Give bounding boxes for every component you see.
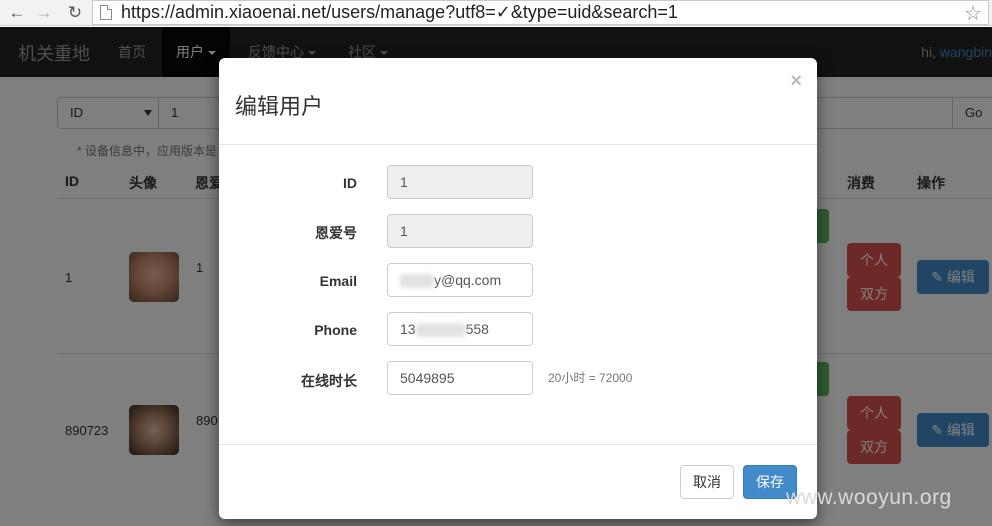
phone-suffix: 558 [465, 321, 489, 337]
phone-prefix: 13 [400, 321, 416, 337]
phone-field[interactable]: 13 558 [387, 312, 533, 346]
divider [219, 144, 817, 145]
page-icon [100, 5, 112, 20]
online-duration-label: 在线时长 [301, 373, 357, 389]
phone-label: Phone [314, 322, 357, 338]
id-label: ID [343, 175, 357, 191]
email-label: Email [319, 273, 357, 289]
id-field-value: 1 [400, 174, 408, 190]
email-field[interactable]: y@qq.com [387, 263, 533, 297]
back-icon[interactable]: ← [6, 2, 28, 24]
cancel-button[interactable]: 取消 [680, 465, 734, 499]
close-icon[interactable]: × [790, 70, 802, 93]
divider [219, 444, 817, 445]
online-duration-help: 20小时 = 72000 [548, 371, 633, 385]
bookmark-star-icon[interactable]: ☆ [964, 1, 982, 26]
enai-field-value: 1 [400, 223, 408, 239]
enai-label: 恩爱号 [315, 225, 357, 241]
redacted-blur [400, 274, 434, 289]
online-duration-value: 5049895 [400, 370, 455, 386]
online-duration-field[interactable]: 5049895 [387, 361, 533, 395]
forward-icon[interactable]: → [33, 2, 55, 24]
email-field-value: y@qq.com [434, 272, 502, 288]
reload-icon[interactable]: ↻ [64, 2, 86, 24]
address-bar[interactable]: https://admin.xiaoenai.net/users/manage?… [92, 0, 989, 25]
id-field: 1 [387, 165, 533, 199]
enai-field: 1 [387, 214, 533, 248]
browser-toolbar: ← → ↻ https://admin.xiaoenai.net/users/m… [0, 0, 992, 26]
edit-user-modal: × 编辑用户 ID 1 恩爱号 1 Email y@qq.com Phone 1… [219, 58, 817, 519]
url-text[interactable]: https://admin.xiaoenai.net/users/manage?… [121, 2, 678, 23]
watermark: www.wooyun.org [786, 486, 952, 509]
redacted-blur [415, 323, 466, 338]
modal-title: 编辑用户 [235, 94, 324, 119]
